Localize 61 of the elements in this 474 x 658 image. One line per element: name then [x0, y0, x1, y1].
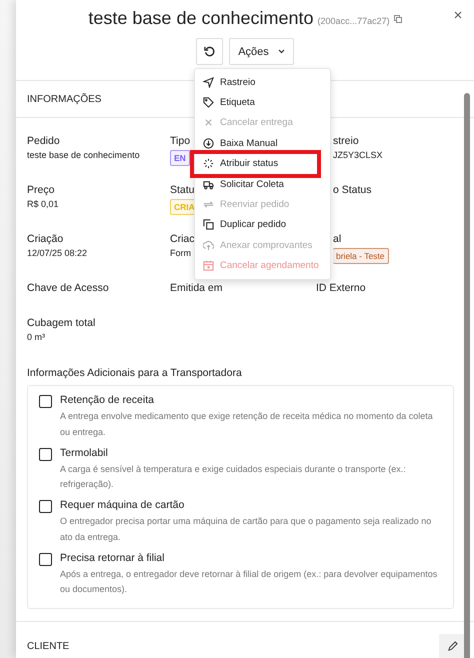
field-value: Form	[170, 248, 191, 258]
calendar-icon	[203, 260, 214, 272]
subsection-title: Informações Adicionais para a Transportadora	[27, 367, 243, 379]
checkbox[interactable]	[39, 552, 52, 566]
refresh-icon	[204, 46, 216, 57]
field-value: JZ5Y3CLSX	[333, 150, 383, 160]
field-label: o Status	[333, 184, 372, 196]
status-tag: EN	[170, 150, 190, 166]
option-label: Requer máquina de cartão	[60, 499, 186, 511]
menu-item[interactable]: Solicitar Coleta	[195, 174, 330, 194]
checkbox[interactable]	[39, 500, 52, 513]
field-label: Statu	[170, 184, 195, 196]
cancel-icon	[203, 117, 214, 128]
option-label: Retenção de receita	[60, 394, 155, 406]
status-tag: briela - Teste	[333, 248, 389, 264]
menu-item[interactable]: Rastreio	[195, 72, 330, 92]
checkbox[interactable]	[39, 448, 52, 460]
option-description: Após a entrega, o entregador deve retornar à filial de origem (ex.: para devolver equipamentos ou documentos).	[60, 568, 438, 596]
copy-icon	[203, 219, 214, 230]
upload-icon	[203, 240, 214, 251]
pencil-icon	[446, 641, 458, 652]
field-label: Criação	[27, 233, 64, 245]
truck-icon	[203, 178, 214, 190]
tag-icon	[203, 97, 214, 108]
field-label: Criac	[170, 233, 195, 245]
field-label: Emitida em	[170, 282, 223, 294]
caret-icon	[278, 49, 285, 54]
option-description: A carga é sensível à temperatura e exige cuidados especiais durante o transporte (ex.: refrigeração).	[60, 462, 407, 492]
checkbox[interactable]	[39, 395, 52, 408]
menu-item[interactable]: Baixa Manual	[195, 133, 330, 154]
field-label: Chave de Acesso	[27, 282, 109, 294]
edit-button[interactable]	[439, 634, 465, 658]
field-label: Pedido	[27, 135, 60, 147]
field-label: Tipo	[170, 135, 190, 147]
field-label: Preço	[27, 184, 54, 196]
download-icon	[203, 138, 214, 149]
option-description: O entregador precisa portar uma máquina de cartão para que o pagamento seja realizado no ato da entrega.	[60, 515, 432, 544]
actions-button[interactable]: Ações	[229, 38, 294, 65]
field-value: teste base de conhecimento	[27, 150, 140, 160]
field-label: al	[333, 233, 342, 245]
field-label: ID Externo	[316, 282, 366, 294]
order-id: (200acc...77ac27)	[318, 16, 390, 26]
field-label: Cubagem total	[27, 317, 96, 329]
option-description: A entrega envolve medicamento que exige retenção de receita médica no momento da coleta ou entrega.	[60, 410, 434, 439]
loader-icon	[203, 158, 214, 170]
option-label: Precisa retornar à filial	[60, 552, 166, 564]
drawer-title: teste base de conhecimento	[88, 8, 314, 29]
field-value: 0 m³	[27, 332, 45, 342]
close-button[interactable]	[452, 9, 464, 21]
repeat-icon	[203, 199, 214, 210]
section-title: CLIENTE	[27, 641, 70, 652]
menu-item[interactable]: Etiqueta	[195, 92, 330, 113]
field-value: 12/07/25 08:22	[27, 248, 88, 258]
navigate-icon	[203, 76, 214, 88]
copy-icon[interactable]	[394, 14, 402, 22]
field-value: R$ 0,01	[27, 199, 59, 209]
option-label: Termolabil	[60, 446, 109, 458]
refresh-button[interactable]	[196, 38, 224, 65]
menu-item[interactable]: Duplicar pedido	[195, 214, 330, 236]
field-label: streio	[333, 135, 359, 147]
section-title: INFORMAÇÕES	[27, 94, 102, 104]
